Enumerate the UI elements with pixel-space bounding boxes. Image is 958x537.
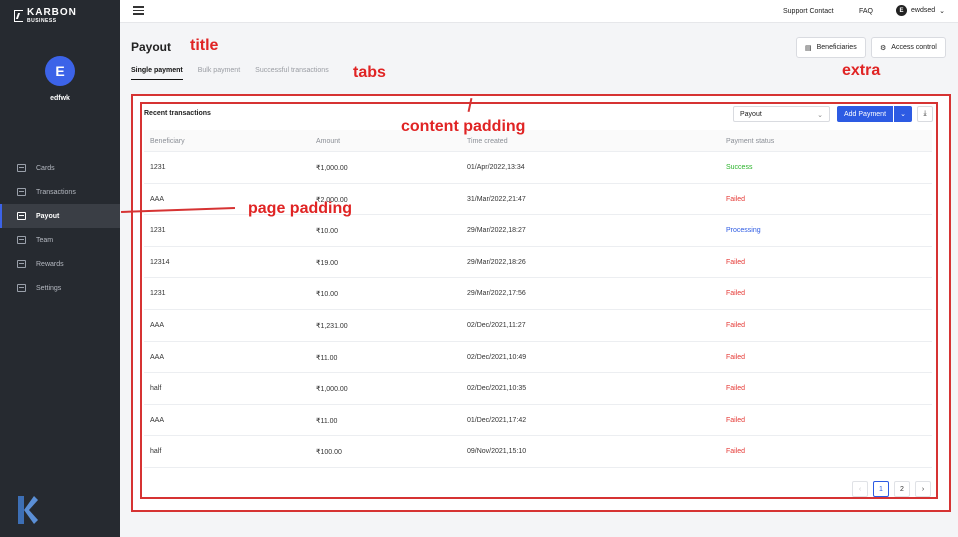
sidebar-item-label: Cards [36, 164, 55, 172]
annotation-extra: extra [842, 62, 881, 79]
access-control-button[interactable]: ⚙ Access control [871, 37, 946, 58]
beneficiaries-button[interactable]: ▤ Beneficiaries [796, 37, 866, 58]
menu-toggle-icon[interactable] [133, 6, 144, 16]
sidebar-item-label: Settings [36, 284, 62, 292]
user-menu-name: ewdsed [911, 7, 936, 14]
gift-icon [17, 260, 26, 268]
team-icon [17, 236, 26, 244]
annotation-page-padding: page padding [248, 200, 352, 217]
annotation-content-padding: content padding [401, 118, 526, 135]
access-control-label: Access control [891, 44, 937, 51]
sidebar-item-label: Team [36, 236, 54, 244]
chevron-down-icon: ⌄ [939, 7, 946, 15]
sidebar-item-payout[interactable]: Payout [0, 204, 120, 228]
brand-sub: BUSINESS [27, 18, 57, 24]
karbon-k-logo-icon [18, 496, 38, 524]
card-icon [17, 164, 26, 172]
topbar: Support Contact FAQ E ewdsed ⌄ [120, 0, 958, 23]
sidebar-item-settings[interactable]: Settings [0, 276, 120, 300]
tab-successful-transactions[interactable]: Successful transactions [255, 67, 329, 80]
tab-bulk-payment[interactable]: Bulk payment [198, 67, 240, 80]
settings-icon [17, 284, 26, 292]
sidebar-item-rewards[interactable]: Rewards [0, 252, 120, 276]
brand-logo[interactable]: KARBON BUSINESS [14, 8, 77, 24]
sidebar-item-transactions[interactable]: Transactions [0, 180, 120, 204]
tab-single-payment[interactable]: Single payment [131, 67, 183, 80]
content-padding-outline [140, 102, 938, 499]
faq-link[interactable]: FAQ [859, 8, 873, 15]
sidebar: KARBON BUSINESS E edfwk Cards Transactio… [0, 0, 120, 537]
bookmark-icon: ▤ [805, 44, 812, 52]
sidebar-item-label: Transactions [36, 188, 76, 196]
karbon-logo-icon [14, 10, 23, 22]
sidebar-item-team[interactable]: Team [0, 228, 120, 252]
support-contact-link[interactable]: Support Contact [783, 8, 834, 15]
sidebar-item-label: Rewards [36, 260, 64, 268]
sidebar-item-cards[interactable]: Cards [0, 156, 120, 180]
list-icon [17, 188, 26, 196]
user-avatar[interactable]: E [45, 56, 75, 86]
beneficiaries-label: Beneficiaries [816, 44, 857, 51]
gear-icon: ⚙ [880, 44, 887, 52]
user-name: edfwk [50, 95, 70, 102]
user-avatar-small: E [896, 5, 907, 16]
annotation-title: title [190, 37, 219, 54]
annotation-tabs: tabs [353, 64, 386, 81]
brand-name: KARBON [27, 7, 77, 18]
payout-icon [17, 212, 26, 220]
tabs: Single payment Bulk payment Successful t… [131, 67, 344, 80]
page-title: Payout [131, 40, 172, 54]
sidebar-nav: Cards Transactions Payout Team Rewards S… [0, 156, 120, 300]
user-menu[interactable]: E ewdsed ⌄ [896, 5, 945, 16]
sidebar-item-label: Payout [36, 212, 60, 220]
